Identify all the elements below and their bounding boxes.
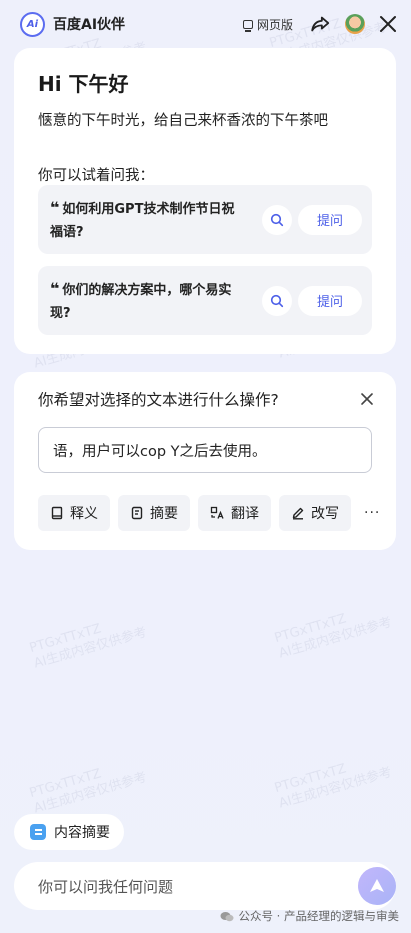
translate-button[interactable]: 翻译 <box>198 495 271 531</box>
book-icon <box>51 506 63 520</box>
ask-button[interactable]: 提问 <box>298 285 362 316</box>
summary-icon <box>30 824 46 840</box>
ask-button[interactable]: 提问 <box>298 204 362 235</box>
summary-button[interactable]: 摘要 <box>118 495 190 531</box>
rewrite-button[interactable]: 改写 <box>279 495 351 531</box>
app-header: Ai 百度AI伙伴 网页版 <box>0 0 411 48</box>
app-logo: Ai <box>20 11 45 37</box>
greeting-subtitle: 惬意的下午时光，给自己来杯香浓的下午茶吧 <box>38 113 328 129</box>
pen-icon <box>292 507 304 520</box>
suggestion-item[interactable]: ❝ 你们的解决方案中，哪个易实 现? 提问 <box>38 266 372 335</box>
ask-input[interactable]: 你可以问我任何问题 <box>14 862 396 910</box>
search-button[interactable] <box>262 204 292 235</box>
text-operation-card: 你希望对选择的文本进行什么操作? 语，用户可以cop Y之后去使用。 释义 摘要… <box>14 372 396 550</box>
operation-question: 你希望对选择的文本进行什么操作? <box>38 391 279 409</box>
selected-text-box[interactable]: 语，用户可以cop Y之后去使用。 <box>38 427 372 473</box>
try-asking-label: 你可以试着问我： <box>38 168 154 184</box>
greeting-title: Hi 下午好 <box>38 72 129 96</box>
ask-input-placeholder: 你可以问我任何问题 <box>38 877 174 896</box>
quote-icon: ❝ <box>50 278 60 298</box>
watermark: PTGxTTxTZAI生成内容仅供参考 <box>272 611 394 662</box>
search-icon <box>270 294 284 307</box>
translate-icon <box>210 506 224 519</box>
explain-button[interactable]: 释义 <box>38 495 110 531</box>
suggestion-text: ❝ 你们的解决方案中，哪个易实 现? <box>50 278 232 321</box>
app-title: 百度AI伙伴 <box>53 17 126 33</box>
web-version-label: 网页版 <box>256 17 293 32</box>
watermark: PTGxTTxTZAI生成内容仅供参考 <box>272 761 394 812</box>
suggestion-item[interactable]: ❝ 如何利用GPT技术制作节日祝 福语? 提问 <box>38 185 372 254</box>
greeting-card: Hi 下午好 惬意的下午时光，给自己来杯香浓的下午茶吧 你可以试着问我： ❝ 如何… <box>14 48 396 354</box>
footer-note: 公众号 · 产品经理的逻辑与审美 <box>220 908 399 924</box>
close-icon[interactable] <box>379 15 397 33</box>
document-icon <box>131 506 143 520</box>
send-button[interactable] <box>358 867 396 905</box>
content-summary-chip[interactable]: 内容摘要 <box>14 814 124 850</box>
watermark: PTGxTTxTZAI生成内容仅供参考 <box>27 766 149 817</box>
web-version-button[interactable]: 网页版 <box>242 16 293 33</box>
search-icon <box>270 213 284 226</box>
monitor-icon <box>242 19 253 32</box>
operation-actions: 释义 摘要 翻译 改写 ··· <box>38 495 380 531</box>
header-actions: 网页版 <box>242 13 397 35</box>
more-button[interactable]: ··· <box>364 495 380 531</box>
suggestion-text: ❝ 如何利用GPT技术制作节日祝 福语? <box>50 197 235 240</box>
share-icon[interactable] <box>309 13 331 35</box>
close-icon[interactable] <box>360 392 374 406</box>
send-icon <box>370 879 384 892</box>
quote-icon: ❝ <box>50 197 60 217</box>
search-button[interactable] <box>262 285 292 316</box>
wechat-icon <box>220 911 234 921</box>
avatar-icon[interactable] <box>345 14 365 34</box>
watermark: PTGxTTxTZAI生成内容仅供参考 <box>27 621 149 672</box>
